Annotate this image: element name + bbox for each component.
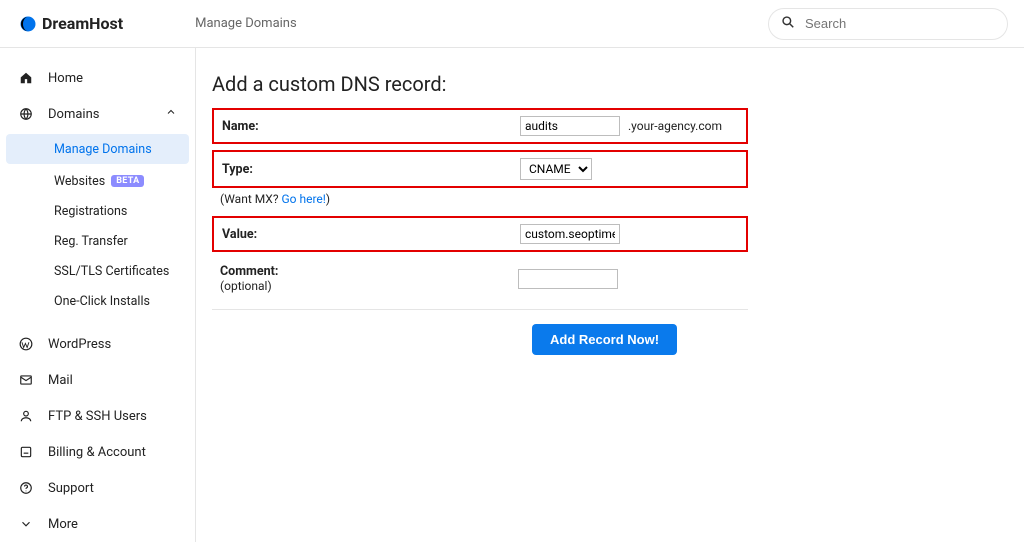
sidebar-item-home[interactable]: Home xyxy=(0,60,195,96)
billing-icon xyxy=(18,445,34,459)
sidebar-item-label: Reg. Transfer xyxy=(54,234,128,249)
name-input[interactable] xyxy=(520,116,620,136)
sidebar-item-label: Mail xyxy=(48,373,73,388)
sidebar-item-label: More xyxy=(48,517,78,532)
sidebar-item-label: Billing & Account xyxy=(48,445,146,460)
domain-suffix: .your-agency.com xyxy=(628,119,722,133)
page-title: Add a custom DNS record: xyxy=(212,72,992,96)
home-icon xyxy=(18,71,34,85)
search-icon xyxy=(781,15,795,33)
sidebar-item-label: Registrations xyxy=(54,204,127,219)
sidebar-item-ftp[interactable]: FTP & SSH Users xyxy=(0,398,195,434)
mx-help-prefix: (Want MX? xyxy=(220,192,281,206)
globe-icon xyxy=(18,107,34,121)
sidebar-sub-ssl[interactable]: SSL/TLS Certificates xyxy=(0,256,195,286)
sidebar-item-mail[interactable]: Mail xyxy=(0,362,195,398)
search-wrap[interactable] xyxy=(768,8,1008,40)
form-row-type: Type: CNAME xyxy=(212,150,748,188)
mx-help-line: (Want MX? Go here!) xyxy=(220,192,992,206)
mx-help-suffix: ) xyxy=(326,192,330,206)
sidebar-sub-oneclick[interactable]: One-Click Installs xyxy=(0,286,195,316)
sidebar-item-label: Websites xyxy=(54,174,105,189)
sidebar-item-label: SSL/TLS Certificates xyxy=(54,264,169,279)
field-label-value: Value: xyxy=(222,227,512,242)
brand-name: DreamHost xyxy=(42,14,123,33)
wordpress-icon xyxy=(18,337,34,351)
field-label-type: Type: xyxy=(222,162,512,177)
sidebar-item-label: FTP & SSH Users xyxy=(48,409,147,424)
sidebar-item-billing[interactable]: Billing & Account xyxy=(0,434,195,470)
sidebar: Home Domains Manage Domains Websites BET… xyxy=(0,48,196,542)
type-select[interactable]: CNAME xyxy=(520,158,592,180)
brand-logo[interactable]: DreamHost xyxy=(20,14,123,33)
sidebar-sub-websites[interactable]: Websites BETA xyxy=(0,166,195,196)
add-record-button[interactable]: Add Record Now! xyxy=(532,324,677,355)
sidebar-item-label: Home xyxy=(48,71,83,86)
sidebar-item-support[interactable]: Support xyxy=(0,470,195,506)
breadcrumb: Manage Domains xyxy=(195,16,297,31)
sidebar-item-wordpress[interactable]: WordPress xyxy=(0,326,195,362)
sidebar-item-label: Manage Domains xyxy=(54,142,152,157)
main-content: Add a custom DNS record: Name: .your-age… xyxy=(196,48,1024,542)
sidebar-item-domains[interactable]: Domains xyxy=(0,96,195,132)
comment-input[interactable] xyxy=(518,269,618,289)
sidebar-sub-registrations[interactable]: Registrations xyxy=(0,196,195,226)
chevron-down-icon xyxy=(18,517,34,531)
sidebar-item-more[interactable]: More xyxy=(0,506,195,542)
beta-badge: BETA xyxy=(111,175,144,187)
field-label-name: Name: xyxy=(222,119,512,134)
sidebar-sub-manage-domains[interactable]: Manage Domains xyxy=(6,134,189,164)
sidebar-item-label: Domains xyxy=(48,107,99,122)
sidebar-item-label: Support xyxy=(48,481,94,496)
field-sublabel-comment: (optional) xyxy=(220,279,510,293)
user-icon xyxy=(18,409,34,423)
chevron-up-icon xyxy=(165,106,177,122)
help-icon xyxy=(18,481,34,495)
sidebar-item-label: WordPress xyxy=(48,337,111,352)
form-row-value: Value: xyxy=(212,216,748,252)
sidebar-item-label: One-Click Installs xyxy=(54,294,150,309)
mail-icon xyxy=(18,373,34,387)
mx-help-link[interactable]: Go here! xyxy=(281,192,325,206)
search-input[interactable] xyxy=(803,15,995,32)
sidebar-sub-reg-transfer[interactable]: Reg. Transfer xyxy=(0,226,195,256)
button-row: Add Record Now! xyxy=(212,309,748,355)
value-input[interactable] xyxy=(520,224,620,244)
field-label-comment: Comment: xyxy=(220,264,278,279)
form-row-comment: Comment: (optional) xyxy=(212,258,748,299)
moon-icon xyxy=(20,16,36,32)
form-row-name: Name: .your-agency.com xyxy=(212,108,748,144)
